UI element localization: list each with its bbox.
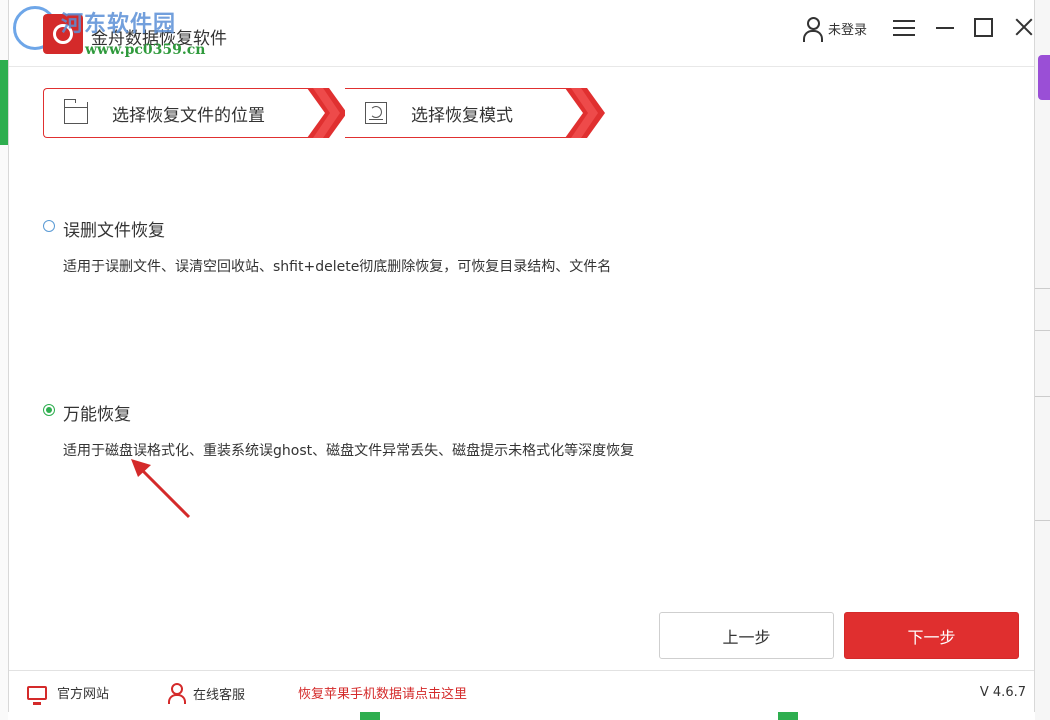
- background-green-panel: [0, 60, 8, 145]
- option-title[interactable]: 万能恢复: [63, 400, 131, 425]
- watermark-url: www.pc0359.cn: [85, 42, 206, 58]
- step-label: 选择恢复模式: [411, 105, 513, 126]
- menu-button[interactable]: [889, 14, 919, 42]
- annotation-arrow-icon: [131, 459, 191, 519]
- step-select-mode: 选择恢复模式: [345, 88, 585, 138]
- maximize-button[interactable]: [969, 14, 999, 42]
- online-support-label: 在线客服: [193, 687, 246, 703]
- step-chevron-icon: [565, 88, 605, 138]
- official-website-link[interactable]: 官方网站: [27, 683, 110, 705]
- online-support-link[interactable]: 在线客服: [167, 683, 246, 704]
- apple-recovery-link[interactable]: 恢复苹果手机数据请点击这里: [298, 683, 467, 702]
- step-select-location: 选择恢复文件的位置: [43, 88, 325, 138]
- close-button[interactable]: [1009, 14, 1039, 42]
- background-purple-tab: [1038, 55, 1050, 100]
- radio-universal-recovery[interactable]: [43, 404, 55, 416]
- app-window: 金舟数据恢复软件 河东软件园 www.pc0359.cn 未登录 选择恢复文件的…: [8, 0, 1035, 712]
- step-label: 选择恢复文件的位置: [112, 105, 265, 126]
- maximize-icon: [974, 18, 993, 37]
- footer: 官方网站 在线客服 恢复苹果手机数据请点击这里 V 4.6.7: [9, 670, 1034, 713]
- monitor-icon: [27, 685, 47, 705]
- minimize-icon: [936, 27, 954, 29]
- login-label: 未登录: [828, 22, 868, 38]
- disk-recovery-icon: [365, 102, 387, 124]
- version-label: V 4.6.7: [979, 685, 1026, 700]
- taskbar-icon: [360, 712, 380, 720]
- watermark-site-name: 河东软件园: [61, 12, 177, 37]
- step-wizard: 选择恢复文件的位置 选择恢复模式: [43, 88, 605, 140]
- next-step-button[interactable]: 下一步: [844, 612, 1019, 659]
- radio-deleted-file-recovery[interactable]: [43, 220, 55, 232]
- option-description: 适用于误删文件、误清空回收站、shfit+delete彻底删除恢复，可恢复目录结…: [63, 259, 612, 275]
- previous-step-button[interactable]: 上一步: [659, 612, 834, 659]
- user-icon: [802, 16, 823, 42]
- title-bar: 金舟数据恢复软件 河东软件园 www.pc0359.cn 未登录: [9, 0, 1034, 67]
- folder-icon: [64, 99, 88, 124]
- taskbar-icon: [778, 712, 798, 720]
- background-right-strip: [1035, 0, 1050, 720]
- background-left-strip: [0, 0, 8, 720]
- option-title[interactable]: 误删文件恢复: [63, 216, 165, 241]
- official-website-label: 官方网站: [57, 687, 110, 702]
- minimize-button[interactable]: [931, 14, 961, 42]
- login-button[interactable]: 未登录: [802, 14, 867, 42]
- support-person-icon: [167, 683, 186, 704]
- menu-icon: [893, 20, 915, 22]
